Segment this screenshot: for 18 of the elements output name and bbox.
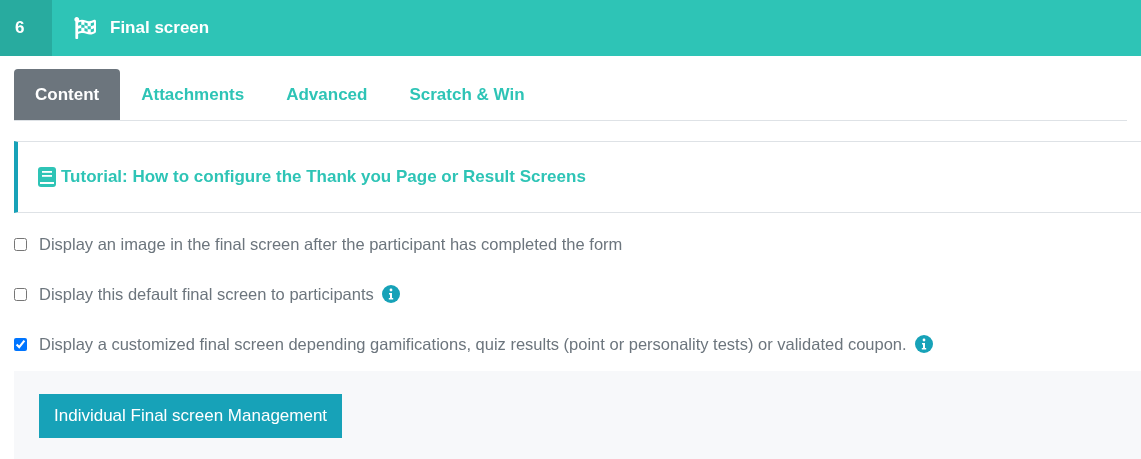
management-button[interactable]: Individual Final screen Management — [39, 394, 343, 438]
tab[interactable]: Attachments — [120, 69, 266, 120]
option-label: Display a customized final screen depending gamifications, quiz results (point or personality tests) or validated coupon. — [39, 333, 907, 355]
info-icon[interactable] — [914, 335, 933, 353]
tab[interactable]: Content — [14, 69, 121, 120]
tab[interactable]: Advanced — [265, 69, 389, 120]
step-number: 6 — [15, 17, 25, 40]
option-checkbox[interactable] — [14, 287, 27, 301]
option-label: Display this default final screen to participants — [39, 283, 374, 305]
tab[interactable]: Scratch & Win — [388, 69, 546, 120]
checkered-flag-icon — [74, 17, 96, 39]
book-icon — [38, 167, 56, 187]
tutorial-link[interactable]: Tutorial: How to configure the Thank you Page or Result Screens — [61, 164, 586, 190]
section-title: Final screen — [110, 17, 210, 40]
option-checkbox[interactable] — [14, 237, 27, 251]
option-checkbox[interactable] — [14, 337, 27, 351]
option-label: Display an image in the final screen after the participant has completed the form — [39, 233, 623, 255]
info-icon[interactable] — [381, 285, 400, 303]
